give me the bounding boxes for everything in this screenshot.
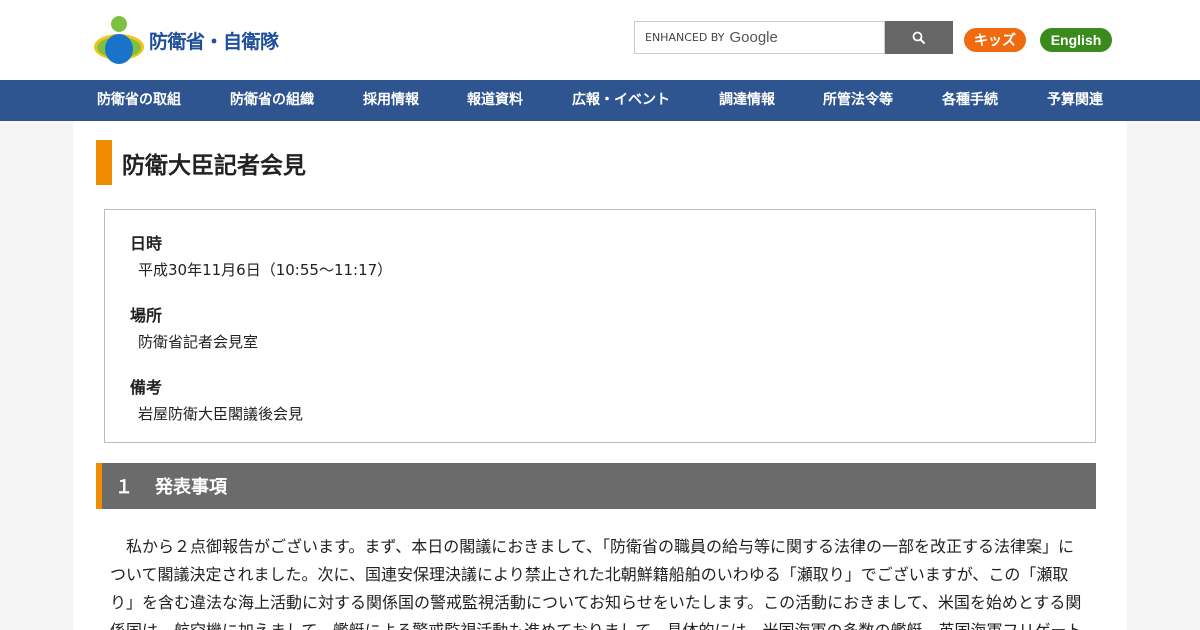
section-title: 発表事項: [155, 477, 227, 498]
page-heading: 防衛大臣記者会見: [96, 140, 306, 185]
site-search: ENHANCED BY Google: [634, 21, 953, 54]
kids-button[interactable]: キッズ: [964, 28, 1026, 52]
announcement-body: 私から２点御報告がございます。まず、本日の閣議におきまして、「防衛省の職員の給与…: [110, 533, 1096, 630]
logo-emblem-icon: [93, 16, 145, 64]
search-input[interactable]: ENHANCED BY Google: [634, 21, 885, 54]
info-label-datetime: 日時: [130, 234, 163, 253]
info-label-place: 場所: [130, 306, 163, 325]
title-accent-bar: [96, 140, 112, 185]
nav-item-organization[interactable]: 防衛省の組織: [230, 80, 314, 121]
english-button[interactable]: English: [1040, 28, 1112, 52]
search-enhanced-by: ENHANCED BY: [645, 31, 725, 44]
body-line: ついて閣議決定されました。次に、国連安保理決議により禁止された北朝鮮籍船舶のいわ…: [110, 565, 1069, 584]
nav-item-procurement[interactable]: 調達情報: [719, 80, 775, 121]
page-title: 防衛大臣記者会見: [122, 152, 306, 179]
nav-item-press[interactable]: 報道資料: [467, 80, 523, 121]
search-google-label: Google: [729, 29, 778, 46]
nav-item-budget[interactable]: 予算関連: [1047, 80, 1103, 121]
info-value-place: 防衛省記者会見室: [138, 333, 259, 351]
nav-item-laws[interactable]: 所管法令等: [823, 80, 893, 121]
body-line: 私から２点御報告がございます。まず、本日の閣議におきまして、「防衛省の職員の給与…: [110, 537, 1075, 556]
info-value-notes: 岩屋防衛大臣閣議後会見: [138, 405, 304, 423]
main-content: 防衛大臣記者会見 日時 平成30年11月6日（10:55～11:17） 場所 防…: [73, 121, 1127, 630]
info-label-notes: 備考: [130, 378, 163, 397]
search-button[interactable]: [885, 21, 953, 54]
body-line: 係国は、航空機に加えまして、艦艇による警戒監視活動も進めておりまして、具体的には…: [110, 617, 1096, 630]
meeting-info-box: 日時 平成30年11月6日（10:55～11:17） 場所 防衛省記者会見室 備…: [104, 209, 1096, 443]
main-nav: 防衛省の取組 防衛省の組織 採用情報 報道資料 広報・イベント 調達情報 所管法…: [0, 80, 1200, 121]
search-icon: [912, 31, 926, 44]
body-line: り」を含む違法な海上活動に対する関係国の警戒監視活動についてお知らせをいたします…: [110, 593, 1082, 612]
info-value-datetime: 平成30年11月6日（10:55～11:17）: [138, 261, 393, 279]
section-heading: １ 発表事項: [96, 463, 1096, 509]
site-logo[interactable]: 防衛省・自衛隊: [93, 16, 279, 64]
section-number: １: [115, 477, 133, 498]
nav-item-recruitment[interactable]: 採用情報: [363, 80, 419, 121]
nav-item-procedures[interactable]: 各種手続: [942, 80, 998, 121]
nav-item-events[interactable]: 広報・イベント: [572, 80, 670, 121]
logo-text: 防衛省・自衛隊: [149, 30, 279, 53]
nav-item-initiatives[interactable]: 防衛省の取組: [97, 80, 181, 121]
section-accent-bar: [96, 463, 102, 509]
site-header: 防衛省・自衛隊 ENHANCED BY Google キッズ English: [0, 0, 1200, 80]
